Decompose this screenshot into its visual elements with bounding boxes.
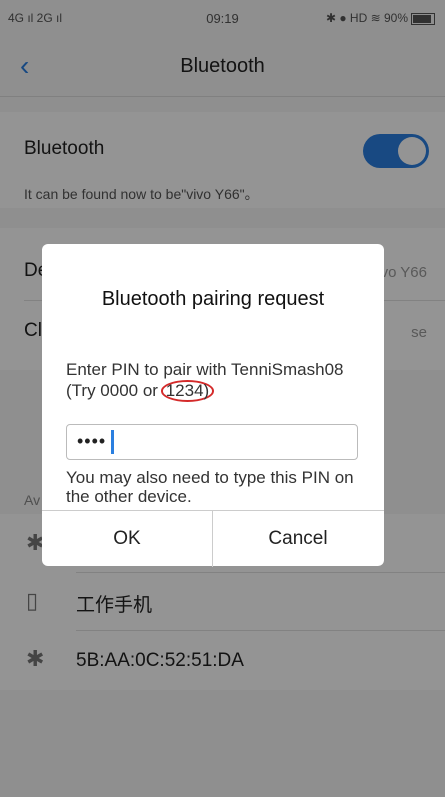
dialog-hint: You may also need to type this PIN on th… [66, 468, 354, 506]
dialog-title: Bluetooth pairing request [101, 288, 325, 310]
message-line2: (Try 0000 or [66, 381, 158, 400]
dialog-buttons: OK Cancel [42, 510, 384, 567]
ok-button[interactable]: OK [42, 511, 213, 567]
pin-value: •••• [77, 431, 107, 451]
circled-pin-hint: 1234) [160, 380, 215, 402]
message-line1: Enter PIN to pair with TenniSmash08 [66, 360, 344, 379]
dialog-message: Enter PIN to pair with TenniSmash08 (Try… [66, 360, 366, 402]
text-cursor [111, 430, 114, 454]
pairing-dialog: Bluetooth pairing request Enter PIN to p… [42, 244, 384, 567]
pin-input[interactable]: •••• [66, 424, 358, 460]
cancel-button[interactable]: Cancel [213, 511, 383, 567]
